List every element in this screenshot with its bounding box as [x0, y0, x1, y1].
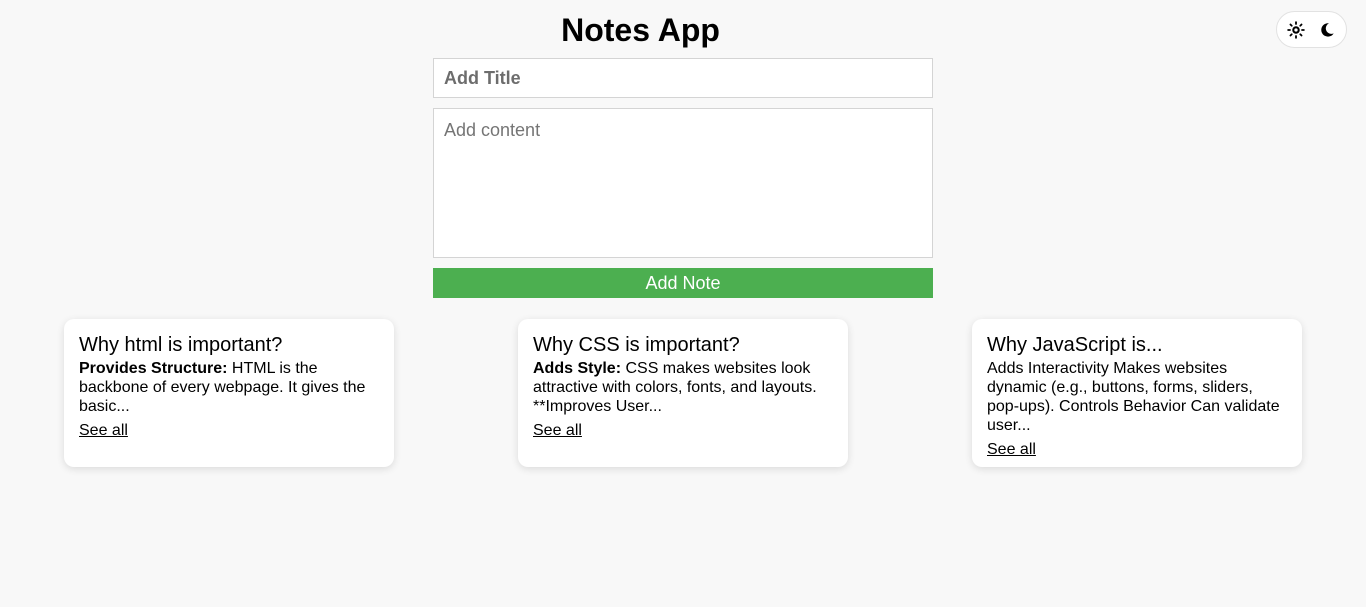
note-card: Why html is important? Provides Structur…	[64, 319, 394, 467]
note-title: Why JavaScript is...	[987, 334, 1163, 356]
content-input[interactable]	[433, 108, 933, 258]
note-title: Why CSS is important?	[533, 334, 740, 356]
note-excerpt: Adds Style: CSS makes websites look attr…	[533, 359, 833, 416]
note-lead: Provides Structure:	[79, 360, 228, 377]
theme-toggle	[1276, 11, 1347, 48]
note-lead: Adds Style:	[533, 360, 622, 377]
title-input[interactable]	[433, 58, 933, 98]
note-body: Adds Interactivity Makes websites dynami…	[987, 360, 1280, 434]
note-title: Why html is important?	[79, 334, 283, 356]
note-card: Why CSS is important? Adds Style: CSS ma…	[518, 319, 848, 467]
see-all-link[interactable]: See all	[987, 440, 1036, 459]
moon-icon[interactable]	[1317, 20, 1337, 40]
note-card: Why JavaScript is... Adds Interactivity …	[972, 319, 1302, 467]
see-all-link[interactable]: See all	[533, 421, 582, 440]
see-all-link[interactable]: See all	[79, 421, 128, 440]
note-excerpt: Provides Structure: HTML is the backbone…	[79, 359, 379, 416]
note-excerpt: Adds Interactivity Makes websites dynami…	[987, 359, 1287, 435]
add-note-button[interactable]: Add Note	[433, 268, 933, 298]
page-title: Notes App	[561, 12, 720, 48]
sun-icon[interactable]	[1286, 20, 1306, 40]
